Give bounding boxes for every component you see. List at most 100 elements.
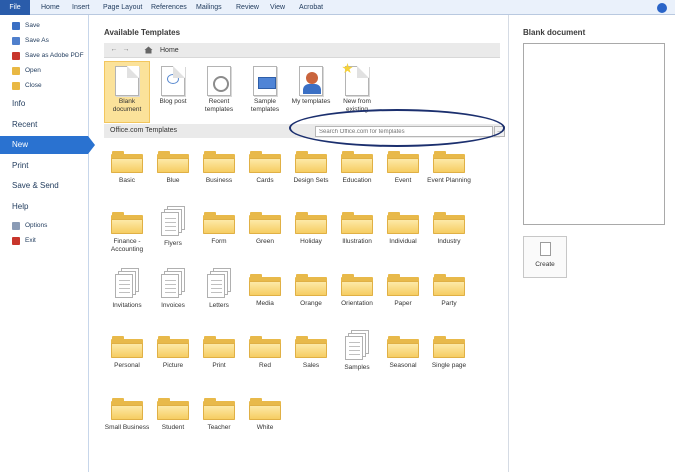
template-recent-templates[interactable]: Recent templates: [196, 62, 242, 122]
pdf-icon: [12, 52, 20, 60]
nav-recent[interactable]: Recent: [0, 116, 88, 134]
folder-icon: [295, 212, 327, 234]
new-document-icon: [539, 242, 551, 256]
folder-label: Business: [205, 177, 233, 184]
nav-new[interactable]: New: [0, 136, 95, 154]
nav-print[interactable]: Print: [0, 157, 88, 175]
folder-basic[interactable]: Basic: [104, 151, 150, 185]
folder-media[interactable]: Media: [242, 274, 288, 308]
folder-flyers[interactable]: Flyers: [150, 206, 196, 248]
folder-label: Paper: [394, 300, 412, 307]
folder-event-planning[interactable]: Event Planning: [426, 151, 472, 185]
nav-save-send[interactable]: Save & Send: [0, 177, 88, 195]
tab-home[interactable]: Home: [41, 0, 60, 15]
folder-red[interactable]: Red: [242, 336, 288, 370]
folder-icon: [249, 336, 281, 358]
template-label: My templates: [291, 98, 331, 105]
document-pages-icon: [115, 268, 139, 298]
forward-arrow-icon[interactable]: →: [122, 46, 130, 54]
back-arrow-icon[interactable]: ←: [110, 46, 118, 54]
folder-orange[interactable]: Orange: [288, 274, 334, 308]
folder-invoices[interactable]: Invoices: [150, 268, 196, 310]
folder-design-sets[interactable]: Design Sets: [288, 151, 334, 185]
template-label: Sample templates: [250, 98, 280, 113]
tab-insert[interactable]: Insert: [72, 0, 90, 15]
folder-seasonal[interactable]: Seasonal: [380, 336, 426, 370]
tab-file[interactable]: File: [0, 0, 30, 15]
nav-save-label: Save: [25, 22, 40, 29]
folder-industry[interactable]: Industry: [426, 212, 472, 246]
document-pages-icon: [345, 330, 369, 360]
tab-view[interactable]: View: [270, 0, 285, 15]
folder-paper[interactable]: Paper: [380, 274, 426, 308]
folder-education[interactable]: Education: [334, 151, 380, 185]
folder-icon: [203, 212, 235, 234]
save-icon: [12, 22, 20, 30]
folder-party[interactable]: Party: [426, 274, 472, 308]
folder-icon: [111, 398, 143, 420]
folder-icon: [433, 274, 465, 296]
folder-invitations[interactable]: Invitations: [104, 268, 150, 310]
folder-cards[interactable]: Cards: [242, 151, 288, 185]
folder-event[interactable]: Event: [380, 151, 426, 185]
folder-blue[interactable]: Blue: [150, 151, 196, 185]
nav-open-label: Open: [25, 67, 41, 74]
breadcrumb-home[interactable]: Home: [160, 43, 179, 58]
folder-picture[interactable]: Picture: [150, 336, 196, 370]
document-pages-icon: [161, 268, 185, 298]
home-icon[interactable]: [144, 46, 153, 54]
folder-label: Cards: [256, 177, 274, 184]
folder-holiday[interactable]: Holiday: [288, 212, 334, 246]
folder-samples[interactable]: Samples: [334, 330, 380, 372]
folder-letters[interactable]: Letters: [196, 268, 242, 310]
save-as-icon: [12, 37, 20, 45]
template-blank-document[interactable]: Blank document: [104, 61, 150, 123]
folder-teacher[interactable]: Teacher: [196, 398, 242, 432]
template-label: Recent templates: [204, 98, 234, 113]
tab-page-layout[interactable]: Page Layout: [103, 0, 142, 15]
folder-orientation[interactable]: Orientation: [334, 274, 380, 308]
ribbon-tab-bar: File Home Insert Page Layout References …: [0, 0, 675, 15]
folder-icon: [387, 151, 419, 173]
folder-personal[interactable]: Personal: [104, 336, 150, 370]
folder-individual[interactable]: Individual: [380, 212, 426, 246]
folder-label: Sales: [302, 362, 320, 369]
nav-info[interactable]: Info: [0, 95, 88, 113]
folder-single-page[interactable]: Single page: [426, 336, 472, 370]
folder-illustration[interactable]: Illustration: [334, 212, 380, 246]
folder-sales[interactable]: Sales: [288, 336, 334, 370]
document-pages-icon: [161, 206, 185, 236]
office-templates-title: Office.com Templates: [110, 127, 178, 134]
open-folder-icon: [12, 67, 20, 75]
tab-review[interactable]: Review: [236, 0, 259, 15]
folder-icon: [433, 212, 465, 234]
folder-label: Small Business: [104, 424, 150, 431]
tab-mailings[interactable]: Mailings: [196, 0, 222, 15]
folder-label: Holiday: [300, 238, 322, 245]
folder-student[interactable]: Student: [150, 398, 196, 432]
help-icon[interactable]: [657, 3, 667, 13]
folder-form[interactable]: Form: [196, 212, 242, 246]
template-blog-post[interactable]: Blog post: [150, 62, 196, 122]
folder-label: Design Sets: [293, 177, 329, 184]
folder-label: Print: [212, 362, 226, 369]
folder-label: White: [256, 424, 274, 431]
folder-label: Letters: [209, 302, 229, 309]
tab-references[interactable]: References: [151, 0, 187, 15]
tab-acrobat[interactable]: Acrobat: [299, 0, 323, 15]
folder-green[interactable]: Green: [242, 212, 288, 246]
folder-icon: [387, 336, 419, 358]
folder-finance-accounting[interactable]: Finance - Accounting: [104, 212, 150, 254]
blog-post-icon: [161, 66, 185, 96]
folder-print[interactable]: Print: [196, 336, 242, 370]
folder-white[interactable]: White: [242, 398, 288, 432]
nav-help[interactable]: Help: [0, 198, 88, 216]
template-sample-templates[interactable]: Sample templates: [242, 62, 288, 122]
folder-small-business[interactable]: Small Business: [104, 398, 150, 432]
folder-label: Orange: [300, 300, 322, 307]
create-button[interactable]: Create: [523, 236, 567, 278]
folder-label: Finance - Accounting: [110, 238, 144, 253]
folder-business[interactable]: Business: [196, 151, 242, 185]
folder-label: Individual: [389, 238, 417, 245]
folder-icon: [203, 398, 235, 420]
